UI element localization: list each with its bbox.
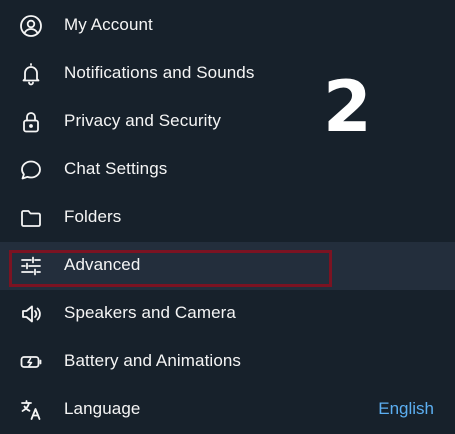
menu-item-label: Notifications and Sounds [64, 63, 255, 82]
menu-item-label: Chat Settings [64, 159, 168, 178]
language-value: English [378, 399, 434, 418]
menu-item-label: My Account [64, 15, 153, 34]
menu-item-label: Language [64, 399, 141, 418]
speaker-icon [18, 302, 44, 326]
menu-item-speakers-and-camera[interactable]: Speakers and Camera [0, 290, 455, 338]
menu-item-label: Speakers and Camera [64, 303, 236, 322]
step-number-annotation: 2 [323, 66, 372, 148]
bell-icon [18, 62, 44, 86]
menu-item-battery-and-animations[interactable]: Battery and Animations [0, 338, 455, 386]
translate-icon [18, 398, 44, 422]
menu-item-folders[interactable]: Folders [0, 194, 455, 242]
folder-icon [18, 206, 44, 230]
chat-bubble-icon [18, 158, 44, 182]
account-icon [18, 14, 44, 38]
battery-icon [18, 350, 44, 374]
lock-icon [18, 110, 44, 134]
menu-item-chat-settings[interactable]: Chat Settings [0, 146, 455, 194]
settings-menu: My Account Notifications and Sounds Priv… [0, 2, 455, 434]
menu-item-label: Folders [64, 207, 122, 226]
menu-item-advanced[interactable]: Advanced [0, 242, 455, 290]
menu-item-language[interactable]: Language English [0, 386, 455, 434]
menu-item-my-account[interactable]: My Account [0, 2, 455, 50]
menu-item-label: Advanced [64, 255, 141, 274]
menu-item-label: Privacy and Security [64, 111, 221, 130]
sliders-icon [18, 254, 44, 278]
menu-item-privacy-and-security[interactable]: Privacy and Security [0, 98, 455, 146]
menu-item-label: Battery and Animations [64, 351, 242, 370]
menu-item-notifications-and-sounds[interactable]: Notifications and Sounds [0, 50, 455, 98]
